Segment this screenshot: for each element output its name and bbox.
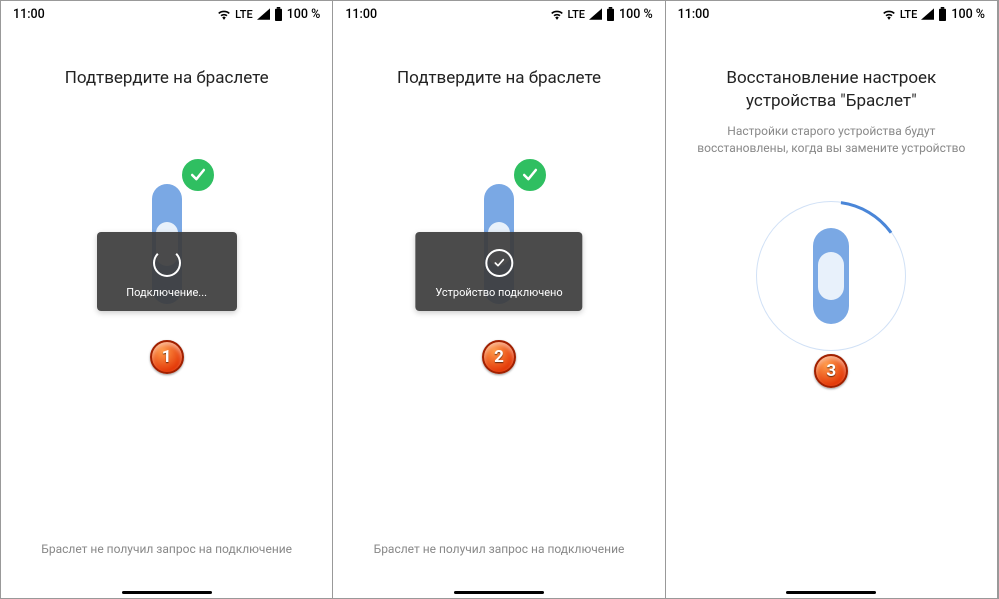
status-battery-pct: 100 % bbox=[951, 7, 985, 22]
device-illustration: Устройство подключено 2 bbox=[409, 154, 589, 334]
nav-bar[interactable] bbox=[333, 586, 664, 598]
annotation-badge: 2 bbox=[482, 340, 516, 374]
help-link[interactable]: Браслет не получил запрос на подключение bbox=[1, 542, 332, 556]
help-link[interactable]: Браслет не получил запрос на подключение bbox=[333, 542, 664, 556]
annotation-badge: 3 bbox=[814, 354, 848, 388]
toast-text: Устройство подключено bbox=[435, 286, 562, 299]
checkmark-badge-icon bbox=[511, 156, 549, 194]
phone-screen-2: 11:00 LTE 100 % Подтвердите на браслете bbox=[333, 1, 665, 598]
status-time: 11:00 bbox=[345, 7, 377, 22]
status-battery-pct: 100 % bbox=[619, 7, 653, 22]
signal-icon bbox=[921, 8, 934, 20]
phone-screen-3: 11:00 LTE 100 % Восстановление настроек … bbox=[666, 1, 998, 598]
status-time: 11:00 bbox=[678, 7, 710, 22]
check-circle-icon bbox=[482, 246, 516, 280]
status-toast: Подключение... bbox=[97, 232, 237, 311]
band-icon bbox=[813, 228, 849, 324]
status-battery-pct: 100 % bbox=[287, 7, 321, 22]
status-bar: 11:00 LTE 100 % bbox=[333, 1, 664, 27]
phone-screen-1: 11:00 LTE 100 % Подтвердите на браслете bbox=[1, 1, 333, 598]
page-subtitle: Настройки старого устройства будут восст… bbox=[682, 123, 981, 157]
wifi-icon bbox=[882, 8, 896, 20]
toast-text: Подключение... bbox=[126, 286, 207, 299]
battery-icon bbox=[606, 7, 615, 21]
battery-icon bbox=[274, 7, 283, 21]
device-illustration: 3 bbox=[741, 186, 921, 366]
status-bar: 11:00 LTE 100 % bbox=[666, 1, 997, 27]
page-title: Восстановление настроек устройства "Брас… bbox=[682, 67, 981, 113]
device-illustration: Подключение... 1 bbox=[77, 154, 257, 334]
page-title: Подтвердите на браслете bbox=[65, 67, 269, 90]
status-time: 11:00 bbox=[13, 7, 45, 22]
status-network: LTE bbox=[568, 8, 586, 21]
status-network: LTE bbox=[235, 8, 253, 21]
status-bar: 11:00 LTE 100 % bbox=[1, 1, 332, 27]
nav-bar[interactable] bbox=[1, 586, 332, 598]
signal-icon bbox=[589, 8, 602, 20]
annotation-badge: 1 bbox=[150, 340, 184, 374]
wifi-icon bbox=[550, 8, 564, 20]
spinner-icon bbox=[150, 246, 184, 280]
status-network: LTE bbox=[900, 8, 918, 21]
wifi-icon bbox=[217, 8, 231, 20]
page-title: Подтвердите на браслете bbox=[397, 67, 601, 90]
signal-icon bbox=[257, 8, 270, 20]
status-toast: Устройство подключено bbox=[415, 232, 582, 311]
checkmark-badge-icon bbox=[179, 156, 217, 194]
nav-bar[interactable] bbox=[666, 586, 997, 598]
battery-icon bbox=[938, 7, 947, 21]
